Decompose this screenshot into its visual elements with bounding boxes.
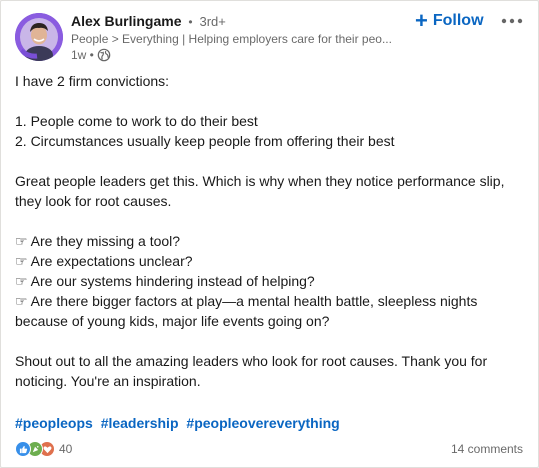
reactions-summary[interactable]: 40 <box>15 441 72 457</box>
author-headline: People > Everything | Helping employers … <box>71 32 392 46</box>
more-options-button[interactable] <box>499 11 525 31</box>
question-item: because of young kids, major life events… <box>15 313 330 329</box>
feed-post-card: Alex Burlingame • 3rd+ People > Everythi… <box>0 0 539 468</box>
closing-line: noticing. You're an inspiration. <box>15 373 201 389</box>
question-item: ☞ Are our systems hindering instead of h… <box>15 273 315 289</box>
connection-degree: 3rd+ <box>199 14 226 29</box>
hashtag-link[interactable]: #leadership <box>101 415 179 431</box>
post-body: I have 2 firm convictions: 1. People com… <box>15 71 525 391</box>
paragraph-line: Great people leaders get this. Which is … <box>15 173 505 189</box>
ellipsis-icon <box>501 18 523 24</box>
question-item: ☞ Are they missing a tool? <box>15 233 181 249</box>
author-name[interactable]: Alex Burlingame <box>71 13 181 29</box>
post-header: Alex Burlingame • 3rd+ People > Everythi… <box>15 8 525 63</box>
name-separator: • <box>188 15 193 29</box>
question-item: ☞ Are there bigger factors at play—a men… <box>15 293 478 309</box>
post-timestamp: 1w • <box>71 47 411 63</box>
conviction-2: 2. Circumstances usually keep people fro… <box>15 133 395 149</box>
conviction-1: 1. People come to work to do their best <box>15 113 258 129</box>
reaction-count: 40 <box>59 442 73 456</box>
closing-line: Shout out to all the amazing leaders who… <box>15 353 488 369</box>
avatar-photo <box>15 13 63 61</box>
post-time: 1w • <box>71 48 94 62</box>
hashtag-list: #peopleops #leadership #peopleovereveryt… <box>15 413 344 433</box>
hashtag-link[interactable]: #peopleops <box>15 415 93 431</box>
author-avatar[interactable] <box>15 13 63 61</box>
paragraph-line: they look for root causes. <box>15 193 172 209</box>
author-meta: Alex Burlingame • 3rd+ People > Everythi… <box>71 11 411 63</box>
like-icon <box>15 441 31 457</box>
post-intro: I have 2 firm convictions: <box>15 73 170 89</box>
plus-icon: + <box>415 8 428 33</box>
author-name-line: Alex Burlingame • 3rd+ <box>71 11 411 31</box>
follow-label: Follow <box>432 12 484 29</box>
hashtag-link[interactable]: #peopleovereverything <box>186 415 339 431</box>
follow-button[interactable]: + Follow <box>415 8 484 33</box>
comments-count-link[interactable]: 14 comments <box>451 442 523 456</box>
question-item: ☞ Are expectations unclear? <box>15 253 193 269</box>
globe-icon <box>97 48 111 62</box>
social-counts-bar: 40 14 comments <box>15 439 523 459</box>
